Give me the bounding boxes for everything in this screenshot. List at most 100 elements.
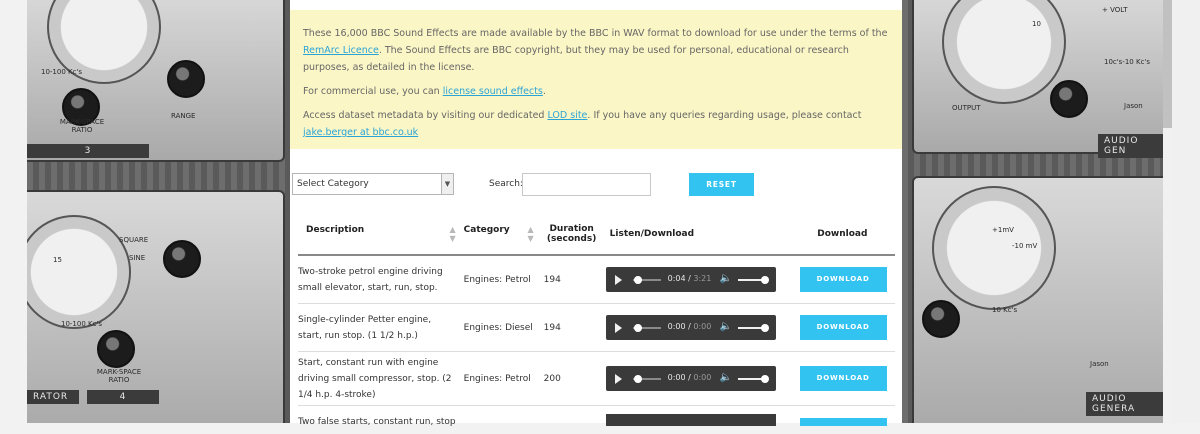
backdrop-plate: 4 (87, 390, 159, 404)
remarc-licence-link[interactable]: RemArc Licence (303, 45, 379, 56)
category-cell: Engines: Petrol (460, 352, 538, 406)
header-label: Description (306, 225, 364, 235)
listen-cell: 0:00 / 0:00 🔈 (606, 352, 790, 406)
backdrop-label: 10-100 Kc's (41, 68, 82, 76)
category-cell: Engines: Petrol (460, 255, 538, 304)
license-sound-effects-link[interactable]: license sound effects (443, 86, 543, 97)
volume-track[interactable] (738, 378, 764, 380)
chevron-down-icon[interactable]: ▼ (441, 174, 453, 194)
audio-player: 0:00 / 0:00 🔈 (606, 315, 776, 340)
backdrop-label: 10c's-10 Kc's (1104, 58, 1150, 66)
backdrop-label: MARK-SPACE RATIO (57, 118, 107, 134)
column-header-category[interactable]: Category ▲▼ (460, 214, 538, 255)
download-button[interactable]: DOWNLOAD (800, 366, 887, 391)
filter-controls: Select Category ▼ Search: RESET (290, 172, 902, 198)
backdrop-plate: AUDIO GEN (1098, 134, 1163, 158)
volume-icon[interactable]: 🔈 (720, 273, 732, 284)
current-time: 0:00 (668, 322, 686, 331)
sound-effects-table: Description ▲▼ Category ▲▼ Duration (sec… (298, 214, 895, 434)
notice-paragraph-license: These 16,000 BBC Sound Effects are made … (303, 25, 890, 76)
audio-player[interactable] (606, 414, 776, 426)
backdrop-label: RANGE (171, 112, 195, 120)
header-label: Duration (549, 224, 593, 234)
frequency-knob (922, 300, 960, 338)
column-header-description[interactable]: Description ▲▼ (298, 214, 460, 255)
download-cell: DOWNLOAD (790, 255, 895, 304)
download-button[interactable]: DOWNLOAD (800, 267, 887, 292)
lod-site-link[interactable]: LOD site (547, 110, 587, 121)
duration-cell: 200 (538, 352, 606, 406)
attenuator-dial (932, 186, 1056, 310)
contact-email-link[interactable]: jake.berger at bbc.co.uk (303, 127, 418, 138)
description-cell: Start, constant run with engine driving … (298, 352, 460, 406)
output-knob (1050, 80, 1088, 118)
backdrop-plate: AUDIO GENERA (1086, 392, 1163, 416)
audio-player: 0:00 / 0:00 🔈 (606, 366, 776, 391)
backdrop-label: OUTPUT (952, 104, 981, 112)
header-label: Listen/Download (610, 229, 694, 239)
volume-icon[interactable]: 🔈 (720, 321, 732, 332)
volume-handle[interactable] (761, 276, 769, 284)
header-label: Download (817, 229, 867, 239)
scrollbar-thumb[interactable] (1163, 0, 1172, 128)
notice-paragraph-metadata: Access dataset metadata by visiting our … (303, 107, 890, 141)
volume-handle[interactable] (761, 375, 769, 383)
download-button[interactable] (800, 418, 887, 426)
backdrop-label: 10-100 Kc's (61, 320, 102, 328)
header-label: (seconds) (547, 234, 596, 244)
notice-paragraph-commercial: For commercial use, you can license soun… (303, 83, 890, 100)
duration-cell: 194 (538, 255, 606, 304)
mark-space-knob (97, 330, 135, 368)
category-select-value: Select Category (297, 179, 369, 189)
sort-icon[interactable]: ▲▼ (449, 225, 455, 243)
audio-player: 0:04 / 3:21 🔈 (606, 267, 776, 292)
play-icon[interactable] (615, 374, 622, 384)
category-select[interactable]: Select Category ▼ (292, 173, 454, 195)
notice-text: For commercial use, you can (303, 86, 443, 97)
progress-handle[interactable] (634, 276, 642, 284)
volume-icon[interactable]: 🔈 (720, 372, 732, 383)
play-icon[interactable] (615, 323, 622, 333)
column-header-duration[interactable]: Duration (seconds) (538, 214, 606, 255)
download-button[interactable]: DOWNLOAD (800, 315, 887, 340)
description-cell: Single-cylinder Petter engine, start, ru… (298, 304, 460, 352)
volume-handle[interactable] (761, 324, 769, 332)
page-scrollbar[interactable] (1163, 0, 1200, 423)
table-row: Two-stroke petrol engine driving small e… (298, 255, 895, 304)
current-time: 0:00 (668, 373, 686, 382)
sort-icon[interactable]: ▲▼ (527, 225, 533, 243)
progress-handle[interactable] (634, 324, 642, 332)
notice-text: . (543, 86, 546, 97)
reset-button[interactable]: RESET (689, 173, 754, 196)
listen-cell: 0:04 / 3:21 🔈 (606, 255, 790, 304)
waveform-knob (163, 240, 201, 278)
backdrop-label: +1mV (992, 226, 1014, 234)
listen-cell: 0:00 / 0:00 🔈 (606, 304, 790, 352)
notice-text: . If you have any queries regarding usag… (587, 110, 861, 121)
play-icon[interactable] (615, 275, 622, 285)
license-notice: These 16,000 BBC Sound Effects are made … (290, 10, 902, 149)
notice-text: . The Sound Effects are BBC copyright, b… (303, 45, 849, 73)
notice-text: These 16,000 BBC Sound Effects are made … (303, 28, 887, 39)
table-row: Two false starts, constant run, stop (298, 406, 895, 434)
time-display: 0:00 / 0:00 (668, 322, 712, 331)
backdrop-plate: RATOR (27, 390, 79, 404)
duration-cell: 194 (538, 304, 606, 352)
backdrop-plate: 3 (27, 144, 149, 158)
main-content: These 16,000 BBC Sound Effects are made … (290, 0, 902, 423)
table-header-row: Description ▲▼ Category ▲▼ Duration (sec… (298, 214, 895, 255)
backdrop-label: Jason (1090, 360, 1109, 368)
table-row: Start, constant run with engine driving … (298, 352, 895, 406)
volume-track[interactable] (738, 279, 764, 281)
progress-handle[interactable] (634, 375, 642, 383)
backdrop-label: SINE (129, 254, 145, 262)
volume-track[interactable] (738, 327, 764, 329)
category-cell: Engines: Diesel (460, 304, 538, 352)
backdrop-label: SQUARE (119, 236, 148, 244)
backdrop-label: + VOLT (1102, 6, 1127, 14)
total-time: 3:21 (693, 274, 711, 283)
search-input[interactable] (522, 173, 651, 196)
download-cell: DOWNLOAD (790, 304, 895, 352)
description-cell: Two false starts, constant run, stop (298, 406, 460, 434)
download-cell: DOWNLOAD (790, 352, 895, 406)
